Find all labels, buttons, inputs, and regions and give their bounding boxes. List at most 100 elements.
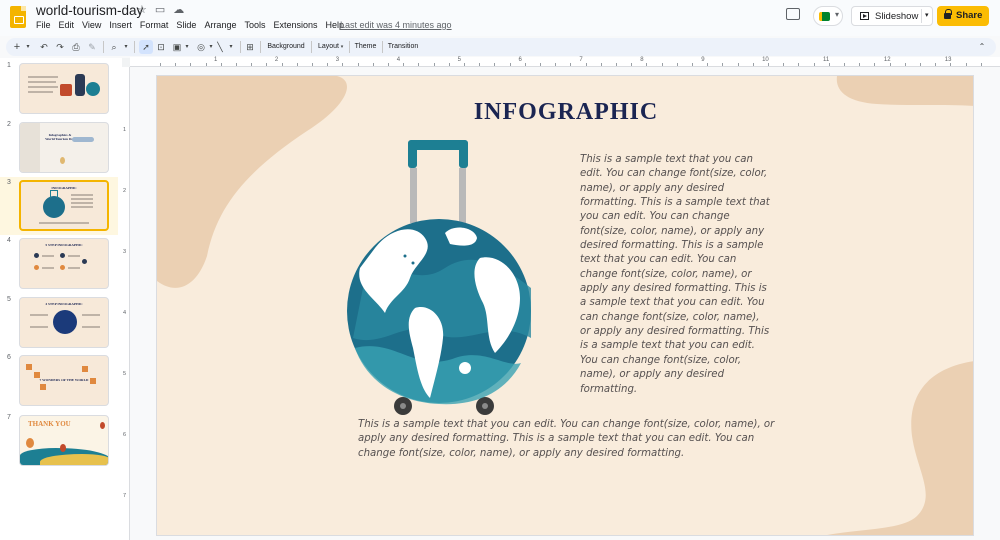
ruler-label: 1 [214, 57, 218, 63]
collapse-toolbar-icon[interactable]: ⌃ [976, 40, 988, 54]
horizontal-ruler[interactable]: 1 2 3 4 5 6 7 8 9 10 11 12 13 [130, 57, 1000, 67]
slide-thumbnail-1[interactable]: 1 [0, 60, 118, 118]
redo-icon[interactable]: ↷ [54, 40, 66, 54]
menu-tools[interactable]: Tools [240, 20, 269, 30]
ruler-tick [768, 63, 769, 66]
thumbnail-image: THANK YOU [19, 415, 109, 466]
ruler-tick [433, 63, 435, 66]
slide-thumbnail-5[interactable]: 5 4 STEP INFOGRAPHIC [0, 294, 118, 352]
slide-thumbnail-2[interactable]: 2 Infographics & World Tourism Day [0, 119, 118, 177]
divider [311, 41, 312, 53]
ruler-tick [844, 63, 845, 66]
ruler-tick [752, 63, 754, 66]
layout-button[interactable]: Layout [315, 40, 342, 54]
ruler-tick [813, 63, 815, 66]
slide-title[interactable]: INFOGRAPHIC [157, 99, 973, 126]
vertical-ruler[interactable]: 1 2 3 4 5 6 7 [122, 67, 130, 540]
menu-edit[interactable]: Edit [55, 20, 79, 30]
slide-thumbnail-6[interactable]: 6 7 WONDERS OF THE WORLD [0, 352, 118, 410]
thumbnail-image: INFOGRAPHIC [19, 180, 109, 231]
ruler-tick [904, 63, 906, 66]
print-icon[interactable]: ⎙ [70, 40, 82, 54]
body-text-bottom[interactable]: This is a sample text that you can edit.… [358, 418, 788, 461]
move-folder-icon[interactable]: ▭ [155, 3, 165, 16]
menu-insert[interactable]: Insert [105, 20, 136, 30]
text-box-icon[interactable]: ⊡ [155, 40, 167, 54]
image-icon[interactable]: ▣ [171, 40, 183, 54]
new-slide-dropdown-icon[interactable]: ▾ [24, 40, 32, 54]
ruler-tick [798, 63, 800, 66]
menu-file[interactable]: File [36, 20, 55, 30]
menu-extensions[interactable]: Extensions [269, 20, 321, 30]
slideshow-dropdown-icon[interactable]: ▾ [925, 11, 929, 19]
ruler-tick [160, 63, 161, 66]
zoom-icon[interactable]: ⌕ [108, 40, 120, 54]
slide-number: 2 [7, 121, 11, 128]
transition-button[interactable]: Transition [386, 40, 420, 54]
slide-filmstrip: 1 2 Infographics & World Tourism Day 3 I… [0, 58, 122, 540]
thumbnail-image: Infographics & World Tourism Day [19, 122, 109, 173]
select-icon[interactable]: ➚ [139, 40, 153, 54]
ruler-tick [403, 63, 405, 66]
menu-format[interactable]: Format [136, 20, 173, 30]
slide-3[interactable]: INFOGRAPHIC This is a sample text that y… [156, 75, 974, 536]
ruler-tick [251, 63, 253, 66]
thumbnail-image: 4 STEP INFOGRAPHIC [19, 297, 109, 348]
background-decoration [157, 76, 973, 535]
ruler-tick [661, 63, 663, 66]
slide-number: 1 [7, 62, 11, 69]
ruler-tick [828, 63, 830, 66]
background-button[interactable]: Background [264, 40, 308, 54]
line-icon[interactable]: ╲ [214, 40, 226, 54]
cloud-saved-icon[interactable]: ☁ [173, 3, 184, 16]
slide-number: 5 [7, 296, 11, 303]
luggage-globe-illustration[interactable] [345, 138, 535, 418]
ruler-tick [722, 63, 724, 66]
ruler-tick [509, 63, 511, 66]
line-dropdown-icon[interactable]: ▾ [227, 40, 235, 54]
divider [921, 9, 922, 23]
thumbnail-image [19, 63, 109, 114]
ruler-label: 5 [123, 371, 127, 377]
new-slide-icon[interactable]: + [11, 40, 23, 54]
slide-thumbnail-4[interactable]: 4 5 STEP INFOGRAPHIC [0, 235, 118, 293]
layout-dropdown-icon[interactable]: ▾ [339, 40, 345, 54]
ruler-tick [418, 63, 420, 66]
document-title[interactable]: world-tourism-day [36, 3, 143, 18]
ruler-label: 7 [123, 493, 127, 499]
last-edit-link[interactable]: Last edit was 4 minutes ago [340, 20, 452, 30]
slides-logo-icon[interactable] [10, 6, 26, 28]
menu-arrange[interactable]: Arrange [200, 20, 240, 30]
meet-button[interactable]: ▾ [813, 6, 843, 26]
zoom-dropdown-icon[interactable]: ▾ [122, 40, 130, 54]
ruler-label: 6 [123, 432, 127, 438]
slide-thumbnail-3[interactable]: 3 INFOGRAPHIC [0, 177, 118, 235]
comments-icon[interactable] [786, 8, 800, 20]
slide-thumbnail-7[interactable]: 7 THANK YOU [0, 412, 118, 470]
slideshow-button[interactable]: Slideshow ▾ [851, 6, 933, 26]
menu-slide[interactable]: Slide [172, 20, 200, 30]
ruler-tick [327, 63, 329, 66]
add-comment-icon[interactable]: ⊞ [244, 40, 256, 54]
ruler-tick [464, 63, 465, 66]
divider [260, 41, 261, 53]
theme-button[interactable]: Theme [353, 40, 378, 54]
ruler-tick [920, 63, 921, 66]
ruler-tick [889, 63, 891, 66]
ruler-tick [281, 63, 283, 66]
divider [382, 41, 383, 53]
shape-icon[interactable]: ◎ [195, 40, 207, 54]
menu-view[interactable]: View [78, 20, 105, 30]
ruler-tick [494, 63, 496, 66]
thumbnail-image: 7 WONDERS OF THE WORLD [19, 355, 109, 406]
undo-icon[interactable]: ↶ [38, 40, 50, 54]
share-button[interactable]: Share [937, 6, 989, 26]
paint-format-icon[interactable]: ✎ [86, 40, 98, 54]
ruler-tick [220, 63, 222, 66]
star-icon[interactable]: ☆ [137, 3, 147, 16]
body-text-right[interactable]: This is a sample text that you can edit.… [580, 153, 772, 397]
image-dropdown-icon[interactable]: ▾ [183, 40, 191, 54]
ruler-tick [448, 63, 450, 66]
lock-icon [944, 9, 952, 19]
ruler-tick [388, 63, 389, 66]
